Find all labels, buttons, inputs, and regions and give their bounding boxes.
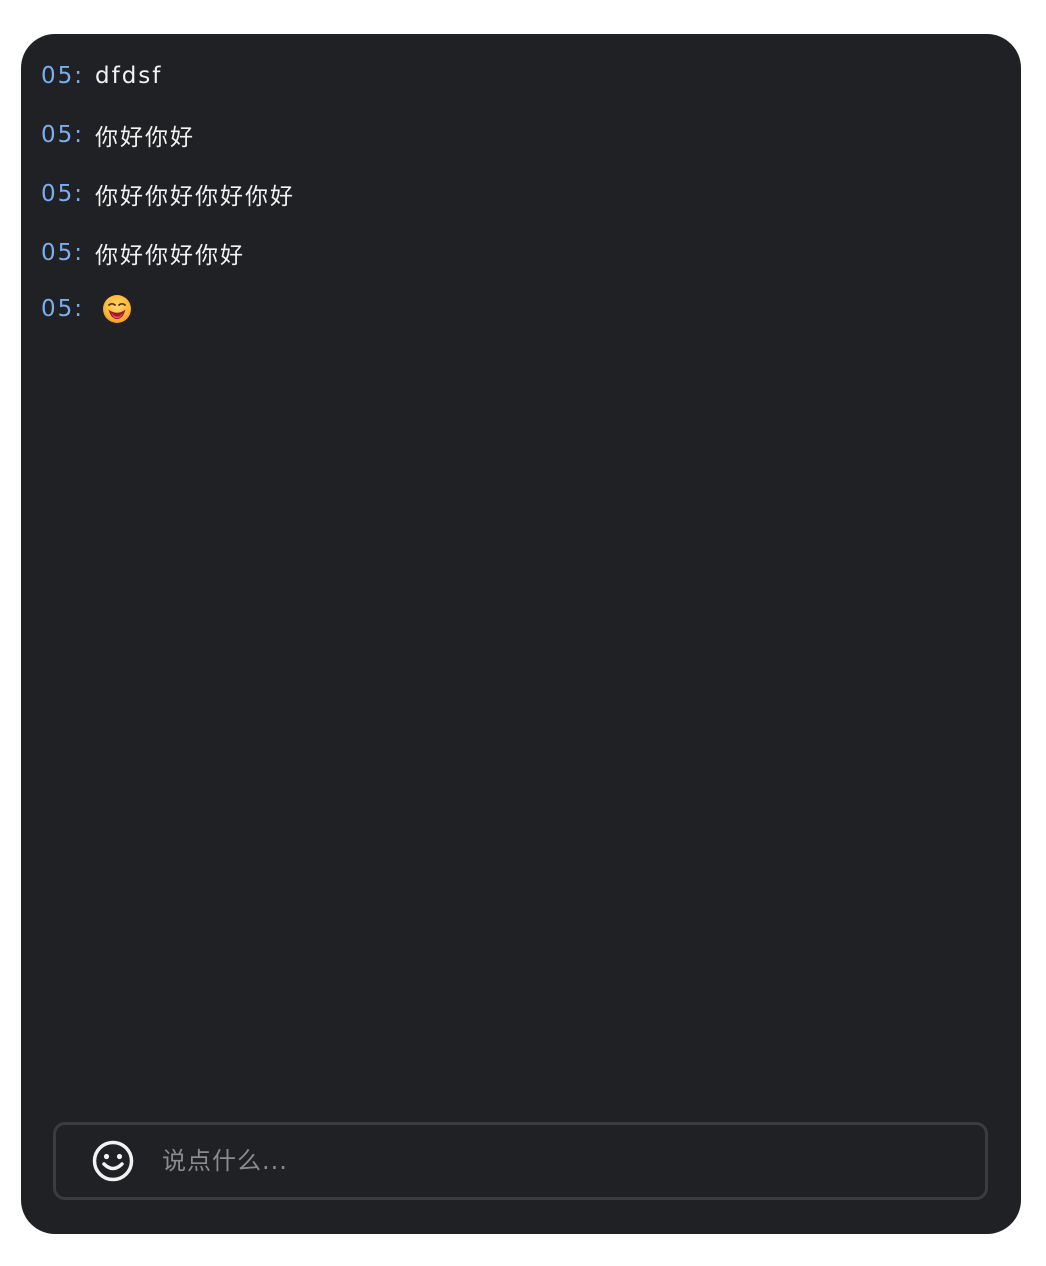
- chat-panel: 05: dfdsf 05: 你好你好 05: 你好你好你好你好 05: 你好你好…: [21, 34, 1021, 1234]
- smiley-face-icon[interactable]: [91, 1139, 135, 1183]
- message-item: 05: 你好你好你好: [41, 237, 1001, 269]
- savoring-food-emoji-icon: [101, 293, 133, 325]
- message-item: 05:: [41, 293, 1001, 325]
- message-item: 05: 你好你好: [41, 119, 1001, 151]
- message-composer: [53, 1122, 988, 1200]
- message-prefix: 05:: [41, 296, 85, 322]
- message-list: 05: dfdsf 05: 你好你好 05: 你好你好你好你好 05: 你好你好…: [41, 60, 1001, 352]
- message-text: 你好你好你好你好: [95, 184, 295, 210]
- message-prefix: 05:: [41, 63, 85, 89]
- message-prefix: 05:: [41, 181, 85, 207]
- message-prefix: 05:: [41, 240, 85, 266]
- message-prefix: 05:: [41, 122, 85, 148]
- message-item: 05: dfdsf: [41, 60, 1001, 92]
- message-text: 你好你好你好: [95, 243, 245, 269]
- message-item: 05: 你好你好你好你好: [41, 178, 1001, 210]
- message-text: dfdsf: [95, 63, 163, 89]
- message-input[interactable]: [160, 1140, 965, 1182]
- message-text: 你好你好: [95, 125, 195, 151]
